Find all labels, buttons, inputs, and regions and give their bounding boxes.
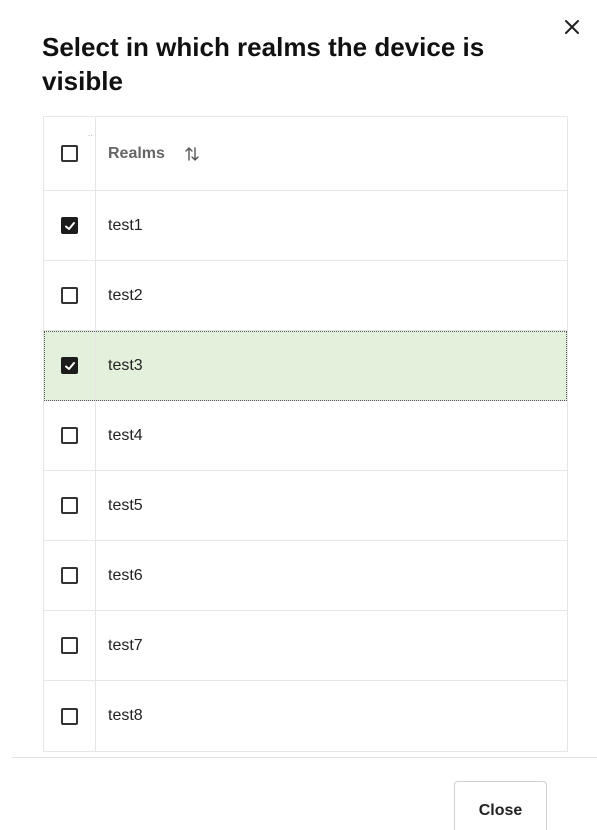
- row-checkbox[interactable]: [61, 567, 78, 584]
- realm-name: test1: [108, 216, 143, 234]
- row-checkbox[interactable]: [61, 217, 78, 234]
- table-row[interactable]: test6: [44, 541, 567, 611]
- close-icon: [565, 20, 579, 34]
- realm-name: test8: [108, 707, 143, 724]
- close-dialog-button[interactable]: [559, 14, 585, 40]
- realm-visibility-dialog: Select in which realms the device is vis…: [0, 0, 597, 830]
- row-checkbox-cell: [44, 261, 96, 330]
- row-checkbox[interactable]: [61, 357, 78, 374]
- row-checkbox[interactable]: [61, 287, 78, 304]
- realms-column-label: Realms: [108, 144, 165, 162]
- checkmark-icon: [64, 221, 75, 230]
- table-row[interactable]: test5: [44, 471, 567, 541]
- select-all-cell: [44, 117, 96, 190]
- table-row[interactable]: test4: [44, 401, 567, 471]
- checkmark-icon: [64, 361, 75, 370]
- realms-table: Realms test1test2test3test4test5test6tes…: [43, 116, 568, 752]
- row-checkbox-cell: [44, 191, 96, 260]
- realm-name: test3: [108, 356, 143, 374]
- realm-name: test6: [108, 566, 143, 584]
- row-checkbox-cell: [44, 681, 96, 751]
- row-checkbox[interactable]: [61, 497, 78, 514]
- row-checkbox-cell: [44, 331, 96, 400]
- realm-name: test4: [108, 426, 143, 444]
- row-checkbox-cell: [44, 611, 96, 680]
- row-checkbox[interactable]: [61, 427, 78, 444]
- row-checkbox[interactable]: [61, 637, 78, 654]
- row-checkbox-cell: [44, 401, 96, 470]
- table-body: test1 test2 test3 test4 test5 test6 test7 test8: [44, 191, 567, 751]
- table-row[interactable]: test7: [44, 611, 567, 681]
- table-header-row: Realms: [44, 117, 567, 191]
- realm-name: test7: [108, 636, 143, 654]
- footer-divider: [12, 757, 597, 758]
- dialog-title: Select in which realms the device is vis…: [42, 32, 485, 96]
- select-all-checkbox[interactable]: [61, 145, 78, 162]
- table-row[interactable]: test2: [44, 261, 567, 331]
- row-checkbox-cell: [44, 541, 96, 610]
- sort-icon[interactable]: [183, 145, 201, 163]
- table-row[interactable]: test1: [44, 191, 567, 261]
- close-button[interactable]: Close: [454, 781, 547, 830]
- row-checkbox-cell: [44, 471, 96, 540]
- table-row[interactable]: test3: [44, 331, 567, 401]
- realm-name: test5: [108, 496, 143, 514]
- realm-name: test2: [108, 286, 143, 304]
- table-row[interactable]: test8: [44, 681, 567, 751]
- row-checkbox[interactable]: [61, 707, 78, 725]
- realms-column-header[interactable]: Realms: [96, 117, 567, 190]
